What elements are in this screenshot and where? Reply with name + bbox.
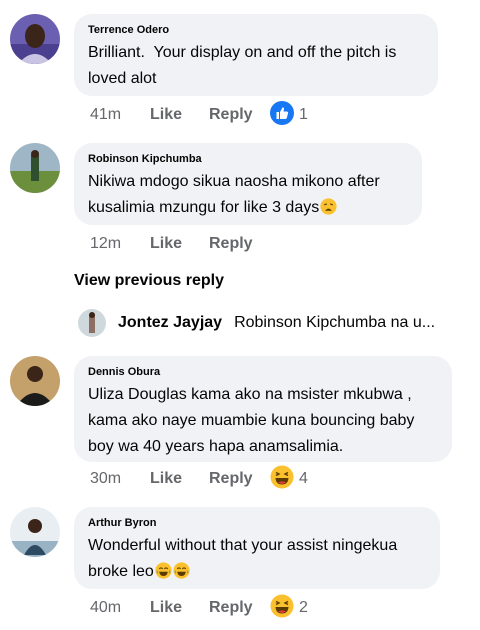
reaction-count: 1 [299,106,308,123]
comment-text: Wonderful without that your assist ninge… [88,533,426,588]
avatar[interactable] [10,143,60,193]
like-thumb-icon [270,100,294,130]
comment-author[interactable]: Arthur Byron [88,516,426,530]
comment-timestamp: 41m [90,106,122,123]
comment-actions: 12m Like Reply [90,232,270,256]
reply-button[interactable]: Reply [209,470,270,488]
tears-of-joy-emoji-icon [173,562,190,588]
comment-timestamp: 12m [90,235,122,252]
like-button[interactable]: Like [150,235,209,253]
comment-text: Brilliant. Your display on and off the p… [88,44,401,87]
comment-bubble: Terrence Odero Brilliant. Your display o… [74,14,438,96]
comment-text: Uliza Douglas kama ako na msister mkubwa… [88,386,419,455]
haha-emoji-icon [270,465,294,494]
comment-timestamp: 30m [90,470,122,487]
avatar[interactable] [10,507,60,557]
reply-snippet: Robinson Kipchumba na u... [234,314,436,331]
avatar[interactable] [78,309,106,337]
tears-of-joy-emoji-icon [155,562,172,588]
reaction-summary[interactable]: 1 [270,100,308,130]
collapsed-reply[interactable]: Jontez Jayjay Robinson Kipchumba na u... [78,309,435,337]
comment-bubble: Arthur Byron Wonderful without that your… [74,507,440,589]
comment-text-content: Wonderful without that your assist ninge… [88,537,402,580]
comment-author[interactable]: Robinson Kipchumba [88,152,408,166]
view-previous-reply-link[interactable]: View previous reply [74,272,224,290]
reaction-count: 2 [299,599,308,616]
comment-actions: 30m Like Reply 4 [90,465,308,494]
reaction-summary[interactable]: 4 [270,465,308,494]
avatar[interactable] [10,14,60,64]
comment-bubble: Robinson Kipchumba Nikiwa mdogo sikua na… [74,143,422,225]
comment-actions: 40m Like Reply 2 [90,594,308,623]
comment-text: Nikiwa mdogo sikua naosha mikono after k… [88,169,408,224]
comment-bubble: Dennis Obura Uliza Douglas kama ako na m… [74,356,452,462]
reply-author[interactable]: Jontez Jayjay [118,314,222,332]
like-button[interactable]: Like [150,106,209,124]
reaction-count: 4 [299,470,308,487]
avatar[interactable] [10,356,60,406]
like-button[interactable]: Like [150,599,209,617]
comment-timestamp: 40m [90,599,122,616]
comment-author[interactable]: Dennis Obura [88,365,438,379]
reply-button[interactable]: Reply [209,235,270,253]
reply-button[interactable]: Reply [209,599,270,617]
comment-actions: 41m Like Reply 1 [90,100,308,130]
weary-face-emoji-icon [320,198,337,224]
haha-emoji-icon [270,594,294,623]
reply-button[interactable]: Reply [209,106,270,124]
comment-author[interactable]: Terrence Odero [88,23,424,37]
comment-text-content: Nikiwa mdogo sikua naosha mikono after k… [88,173,385,216]
reaction-summary[interactable]: 2 [270,594,308,623]
like-button[interactable]: Like [150,470,209,488]
